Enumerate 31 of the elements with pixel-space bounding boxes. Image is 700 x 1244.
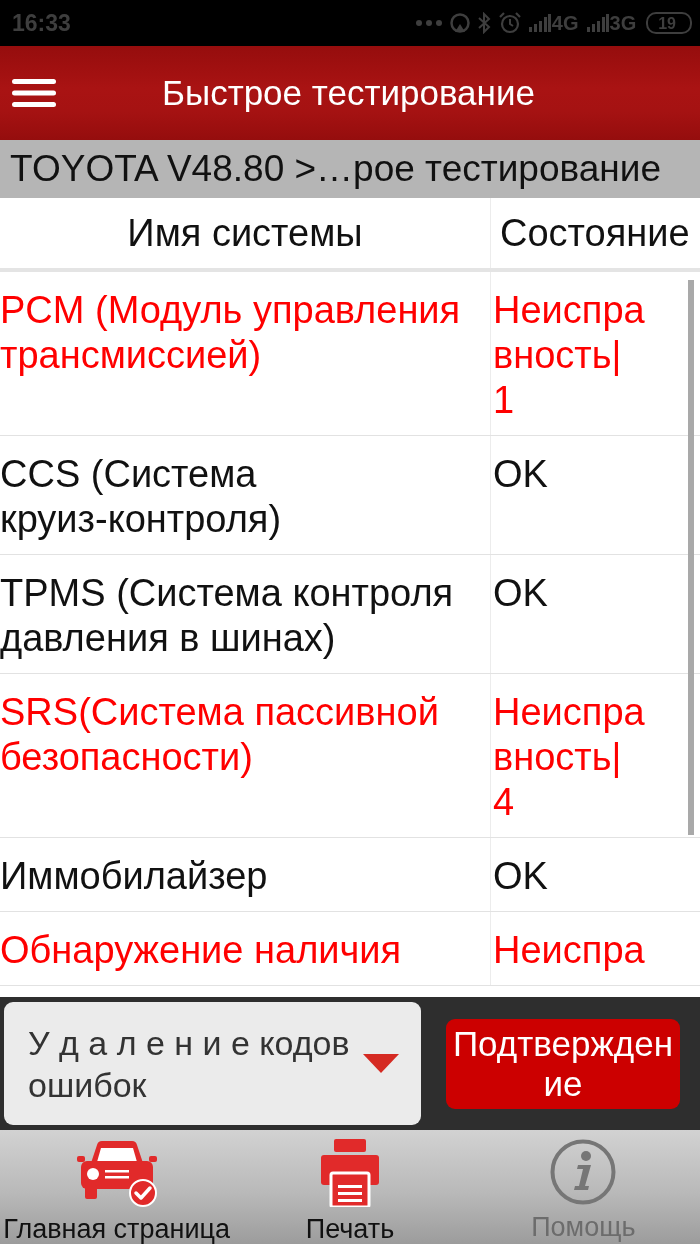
nav-item[interactable]: Печать xyxy=(233,1130,467,1244)
hotspot-icon xyxy=(449,13,470,33)
system-name-cell-text: Обнаружение наличия xyxy=(0,928,403,973)
column-header: Имя системы xyxy=(126,210,364,256)
system-name-cell-text: CCS (Система круиз-контроля) xyxy=(0,452,283,542)
signal-icon xyxy=(586,14,609,32)
menu-icon[interactable] xyxy=(12,79,56,107)
status-time: 16:33 xyxy=(12,9,71,37)
breadcrumb-path: TOYOTA V48.80 >…рое тестирование xyxy=(0,140,700,198)
alarm-clock-icon xyxy=(498,12,521,34)
action-dropdown[interactable]: У д а л е н и е кодов ошибок xyxy=(4,1002,421,1125)
system-name-cell-text: SRS(Система пассивной безопасности) xyxy=(0,690,440,780)
column-header: Состояние xyxy=(490,198,700,268)
confirm-button[interactable]: Подтверждение xyxy=(446,1018,680,1109)
system-name-cell-text: Иммобилайзер xyxy=(0,854,269,899)
system-name-cell-text: PCM (Модуль управления трансмиссией) xyxy=(0,288,462,378)
printer-icon xyxy=(321,1139,379,1207)
status-cell: Неиспра xyxy=(490,912,700,985)
screen-title: Быстрое тестирование xyxy=(162,73,535,113)
bluetooth-icon xyxy=(477,12,491,34)
network-type: 3G xyxy=(609,11,637,35)
info-icon xyxy=(550,1139,617,1205)
car-check-icon xyxy=(76,1139,157,1207)
battery-indicator: 19 xyxy=(646,12,692,34)
system-name-cell-text: TPMS (Система контроля давления в шинах) xyxy=(0,571,455,661)
status-cell: OK xyxy=(490,838,700,911)
network-type: 4G xyxy=(551,11,579,35)
nav-item[interactable]: Главная страница xyxy=(0,1130,234,1244)
signal-icon xyxy=(528,14,551,32)
notification-dots-icon xyxy=(415,20,442,26)
caret-icon xyxy=(363,1054,399,1073)
